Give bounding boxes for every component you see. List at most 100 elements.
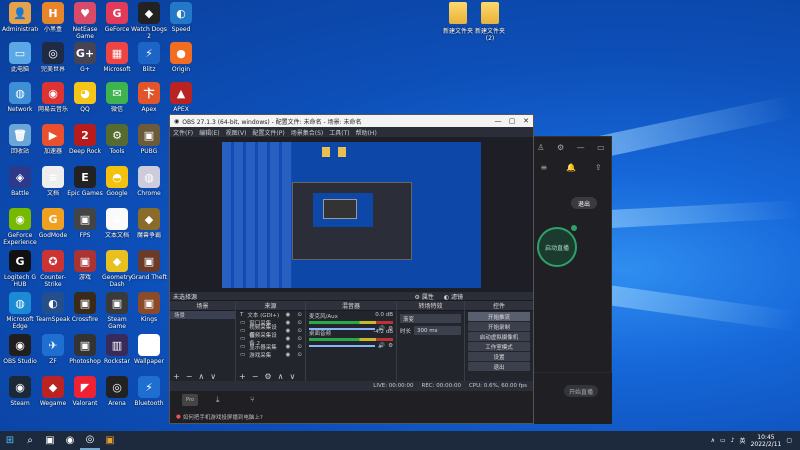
desktop-icon[interactable]: G GodMode	[35, 208, 71, 246]
control-button[interactable]: 开始推流	[468, 312, 530, 321]
fork-icon[interactable]: ⑂	[250, 395, 255, 404]
desktop-icon[interactable]: ⚡ Blitz	[131, 42, 167, 80]
eye-icon[interactable]: ◉	[286, 328, 291, 334]
desktop-icon[interactable]: H 小黑盒	[35, 2, 71, 40]
remove-icon[interactable]: −	[186, 372, 193, 381]
preview-canvas[interactable]	[222, 142, 481, 288]
desktop-icon[interactable]: ▣ Kings	[131, 292, 167, 330]
lock-icon[interactable]: ⊙	[297, 320, 302, 326]
language-indicator[interactable]: 英	[740, 436, 746, 445]
eye-icon[interactable]: ◉	[286, 312, 291, 318]
start-stream-button[interactable]: 开始直播	[564, 385, 598, 397]
lock-icon[interactable]: ⊙	[297, 328, 302, 334]
gear-icon[interactable]: ⚙	[388, 343, 393, 349]
eye-icon[interactable]: ◉	[286, 336, 291, 342]
desktop-icon[interactable]: ♥ NetEase Game	[67, 2, 103, 40]
source-item[interactable]: ▭ 游戏采集 ◉ ⊙	[236, 351, 305, 359]
control-button[interactable]: 开始录制	[468, 322, 530, 331]
desktop-icon[interactable]: ▭ 此电脑	[2, 42, 38, 80]
desktop-icon[interactable]: ≡ 文档	[35, 166, 71, 204]
eye-icon[interactable]: ◉	[286, 320, 291, 326]
remove-icon[interactable]: −	[252, 372, 259, 381]
desktop-icon[interactable]: G+ G+	[67, 42, 103, 80]
down-icon[interactable]: ∨	[289, 372, 295, 381]
minimize-button[interactable]: —	[491, 117, 505, 125]
volume-slider[interactable]	[309, 345, 376, 347]
menu-icon[interactable]: ≡	[540, 163, 547, 172]
desktop-icon[interactable]: ▣ Crossfire	[67, 292, 103, 330]
source-item[interactable]: ▭ 显示器采集 ◉ ⊙	[236, 343, 305, 351]
folder-icon[interactable]: 新建文件夹 (2)	[470, 2, 510, 42]
obs-window[interactable]: ◉ OBS 27.1.3 (64-bit, windows) - 配置文件: 未…	[169, 114, 534, 424]
desktop-icon[interactable]: ≡ 文本文档	[99, 208, 135, 246]
desktop-icon[interactable]: 🗑 回收站	[2, 124, 38, 162]
desktop-icon[interactable]: ◎ Wallpaper	[131, 334, 167, 372]
duration-input[interactable]: 300 ms	[414, 326, 461, 335]
eye-icon[interactable]: ◉	[286, 352, 291, 358]
filters-button[interactable]: ◐ 滤镜	[444, 292, 463, 301]
desktop-icon[interactable]: 卞 Apex	[131, 82, 167, 120]
shirt-icon[interactable]: ♙	[537, 143, 544, 152]
task-view-icon[interactable]: ▣	[40, 431, 60, 450]
clock[interactable]: 10:45 2022/2/11	[751, 434, 782, 448]
control-button[interactable]: 启动虚拟摄像机	[468, 332, 530, 341]
app-taskbar-icon[interactable]: ▣	[100, 431, 120, 450]
desktop-icon[interactable]: ◎ 完美世界	[35, 42, 71, 80]
desktop-icon[interactable]: ◎ Arena	[99, 376, 135, 414]
minimize-icon[interactable]: —	[577, 143, 585, 152]
desktop-icon[interactable]: E Epic Games	[67, 166, 103, 204]
obs-titlebar[interactable]: ◉ OBS 27.1.3 (64-bit, windows) - 配置文件: 未…	[170, 115, 533, 127]
menu-item[interactable]: 视图(V)	[226, 128, 247, 137]
desktop-icon[interactable]: ✈ ZF	[35, 334, 71, 372]
windows-start-icon[interactable]: ⊞	[0, 431, 20, 450]
desktop-icon[interactable]: ◈ Battle	[2, 166, 38, 204]
desktop-icon[interactable]: ◤ Valorant	[67, 376, 103, 414]
source-item[interactable]: ▭ 视频采集设备 2 ◉ ⊙	[236, 333, 305, 347]
speaker-icon[interactable]: 🔊	[378, 343, 385, 349]
chevron-up-icon[interactable]: ∧	[711, 437, 715, 444]
control-button[interactable]: 设置	[468, 352, 530, 361]
download-icon[interactable]: ⤓	[216, 395, 220, 405]
desktop-icon[interactable]: ▣ Grand Theft	[131, 250, 167, 288]
desktop-icon[interactable]: ◍ Microsoft Edge	[2, 292, 38, 330]
desktop-icon[interactable]: ▣ Photoshop	[67, 334, 103, 372]
steam-icon[interactable]: ◉	[60, 431, 80, 450]
desktop-icon[interactable]: ◆ Watch Dogs 2	[131, 2, 167, 40]
notification-icon[interactable]: ▢	[786, 437, 792, 444]
desktop-icon[interactable]: ▦ Microsoft	[99, 42, 135, 80]
desktop-icon[interactable]: ⚙ Tools	[99, 124, 135, 162]
lock-icon[interactable]: ⊙	[297, 312, 302, 318]
exit-button[interactable]: 退出	[571, 197, 597, 209]
desktop-icon[interactable]: ◕ QQ	[67, 82, 103, 120]
volume-icon[interactable]: ♪	[731, 437, 735, 444]
desktop-icon[interactable]: ◓ Google	[99, 166, 135, 204]
desktop-icon[interactable]: ✉ 微信	[99, 82, 135, 120]
desktop-icon[interactable]: ◍ Chrome	[131, 166, 167, 204]
up-icon[interactable]: ∧	[198, 372, 204, 381]
menu-item[interactable]: 编辑(E)	[199, 128, 219, 137]
desktop-icon[interactable]: ◆ 魔兽争霸	[131, 208, 167, 246]
desktop-icon[interactable]: ◉ Steam	[2, 376, 38, 414]
search-icon[interactable]: ⌕	[20, 431, 40, 450]
desktop-icon[interactable]: 2 Deep Rock	[67, 124, 103, 162]
down-icon[interactable]: ∨	[210, 372, 216, 381]
desktop-icon[interactable]: G Logitech G HUB	[2, 250, 38, 288]
desktop-icon[interactable]: ◐ Speed	[163, 2, 199, 40]
desktop-icon[interactable]: ◍ Network	[2, 82, 38, 120]
desktop-icon[interactable]: ◆ Wegame	[35, 376, 71, 414]
desktop-icon[interactable]: ● Origin	[163, 42, 199, 80]
desktop-icon[interactable]: ▣ FPS	[67, 208, 103, 246]
close-button[interactable]: ✕	[519, 117, 533, 125]
desktop-icon[interactable]: G GeForce	[99, 2, 135, 40]
add-icon[interactable]: +	[173, 372, 180, 381]
up-icon[interactable]: ∧	[278, 372, 284, 381]
desktop-icon[interactable]: ▣ 游戏	[67, 250, 103, 288]
desktop-icon[interactable]: ▣ PUBG	[131, 124, 167, 162]
settings-icon[interactable]: ⚙	[264, 372, 271, 381]
control-button[interactable]: 退出	[468, 362, 530, 371]
maximize-button[interactable]: ▢	[505, 117, 519, 125]
desktop-icon[interactable]: ⚡ Bluetooth	[131, 376, 167, 414]
share-icon[interactable]: ⇪	[595, 163, 602, 172]
lock-icon[interactable]: ⊙	[297, 352, 302, 358]
desktop-icon[interactable]: ◉ OBS Studio	[2, 334, 38, 372]
